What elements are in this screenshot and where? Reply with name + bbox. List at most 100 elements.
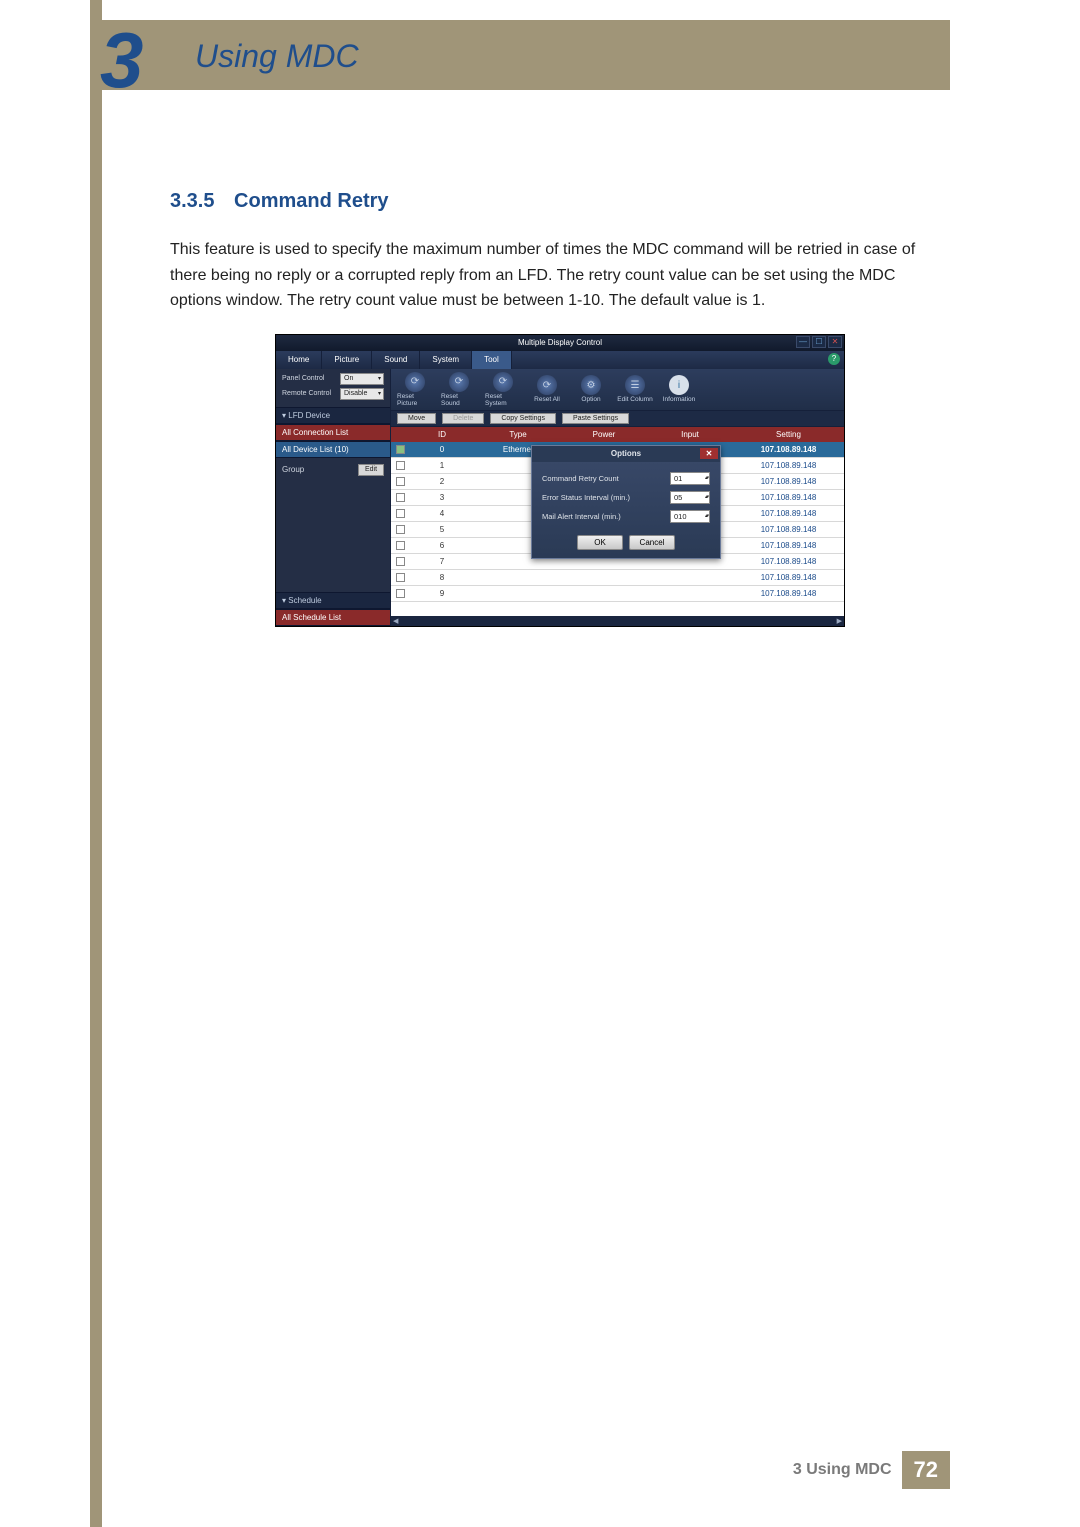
chapter-title: Using MDC	[195, 38, 359, 75]
toolbar: ⟳Reset Picture ⟳Reset Sound ⟳Reset Syste…	[391, 369, 844, 411]
tool-label: Reset All	[534, 396, 560, 403]
footer-label: 3 Using MDC	[793, 1461, 892, 1479]
table-row[interactable]: 9 107.108.89.148	[391, 586, 844, 602]
tool-reset-picture[interactable]: ⟳Reset Picture	[397, 372, 433, 407]
row-checkbox[interactable]	[396, 509, 405, 518]
h-scrollbar[interactable]: ◀ ▶	[391, 616, 844, 626]
col-power[interactable]: Power	[561, 427, 647, 442]
menu-tool[interactable]: Tool	[472, 351, 512, 369]
retry-spinner[interactable]: 01	[670, 472, 710, 485]
row-checkbox[interactable]	[396, 557, 405, 566]
row-checkbox[interactable]	[396, 445, 405, 454]
cell-id: 1	[409, 461, 475, 470]
action-bar: Move Delete Copy Settings Paste Settings	[391, 411, 844, 427]
row-checkbox[interactable]	[396, 589, 405, 598]
cell-setting: 107.108.89.148	[733, 445, 844, 454]
ok-button[interactable]: OK	[577, 535, 623, 550]
dialog-body: Command Retry Count 01 Error Status Inte…	[532, 462, 720, 535]
panel-control-select[interactable]: On	[340, 373, 384, 385]
edit-button[interactable]: Edit	[358, 464, 384, 476]
row-checkbox[interactable]	[396, 525, 405, 534]
right-panel: ⟳Reset Picture ⟳Reset Sound ⟳Reset Syste…	[391, 369, 844, 626]
info-icon: i	[669, 375, 689, 395]
cell-id: 2	[409, 477, 475, 486]
tool-reset-sound[interactable]: ⟳Reset Sound	[441, 372, 477, 407]
move-button[interactable]: Move	[397, 413, 436, 424]
menu-sound[interactable]: Sound	[372, 351, 420, 369]
col-id[interactable]: ID	[409, 427, 475, 442]
window-buttons: — ☐ ✕	[796, 336, 842, 348]
minimize-icon[interactable]: —	[796, 336, 810, 348]
row-checkbox[interactable]	[396, 493, 405, 502]
tool-reset-all[interactable]: ⟳Reset All	[529, 375, 565, 403]
main-area: Panel Control On Remote Control Disable …	[276, 369, 844, 626]
row-checkbox[interactable]	[396, 573, 405, 582]
dialog-title: Options ✕	[532, 446, 720, 462]
paste-settings-button[interactable]: Paste Settings	[562, 413, 629, 424]
tool-option[interactable]: ⚙Option	[573, 375, 609, 403]
device-table: ID Type Power Input Setting 0Ethernet●AV…	[391, 427, 844, 616]
section-title: Command Retry	[234, 190, 388, 212]
cell-id: 9	[409, 589, 475, 598]
col-setting[interactable]: Setting	[733, 427, 844, 442]
row-checkbox[interactable]	[396, 541, 405, 550]
help-icon[interactable]: ?	[828, 353, 840, 365]
acc-lfd-device[interactable]: ▾ LFD Device	[276, 407, 390, 424]
tool-reset-system[interactable]: ⟳Reset System	[485, 372, 521, 407]
menu-picture[interactable]: Picture	[322, 351, 372, 369]
cell-setting: 107.108.89.148	[733, 541, 844, 550]
cell-setting: 107.108.89.148	[733, 509, 844, 518]
remote-control-select[interactable]: Disable	[340, 388, 384, 400]
col-input[interactable]: Input	[647, 427, 733, 442]
acc-schedule[interactable]: ▾ Schedule	[276, 592, 390, 609]
cell-setting: 107.108.89.148	[733, 573, 844, 582]
section-body: This feature is used to specify the maxi…	[170, 237, 950, 314]
tool-label: Information	[663, 396, 696, 403]
mail-spinner[interactable]: 010	[670, 510, 710, 523]
menu-system[interactable]: System	[420, 351, 472, 369]
panel-control-label: Panel Control	[282, 375, 324, 382]
tree-group: Group Edit	[276, 458, 390, 482]
scroll-left-icon[interactable]: ◀	[393, 617, 398, 625]
dialog-close-icon[interactable]: ✕	[700, 448, 718, 459]
row-checkbox[interactable]	[396, 477, 405, 486]
maximize-icon[interactable]: ☐	[812, 336, 826, 348]
acc-all-schedule[interactable]: All Schedule List	[276, 609, 390, 626]
tool-information[interactable]: iInformation	[661, 375, 697, 403]
table-row[interactable]: 8107.108.89.148	[391, 570, 844, 586]
cell-id: 5	[409, 525, 475, 534]
status-spinner[interactable]: 05	[670, 491, 710, 504]
cell-setting: 107.108.89.148	[733, 477, 844, 486]
tool-label: Reset System	[485, 393, 521, 407]
col-type[interactable]: Type	[475, 427, 561, 442]
row-checkbox[interactable]	[396, 461, 405, 470]
cell-id: 0	[409, 445, 475, 454]
delete-button[interactable]: Delete	[442, 413, 484, 424]
cell-id: 6	[409, 541, 475, 550]
content-area: 3.3.5 Command Retry This feature is used…	[170, 190, 950, 627]
close-icon[interactable]: ✕	[828, 336, 842, 348]
cell-setting: 107.108.89.148	[733, 589, 844, 598]
section-number: 3.3.5	[170, 190, 214, 212]
remote-control-label: Remote Control	[282, 390, 331, 397]
acc-all-connection[interactable]: All Connection List	[276, 424, 390, 441]
tool-label: Edit Column	[617, 396, 652, 403]
reset-sound-icon: ⟳	[449, 372, 469, 392]
cell-setting: 107.108.89.148	[733, 493, 844, 502]
cancel-button[interactable]: Cancel	[629, 535, 675, 550]
page-footer: 3 Using MDC 72	[793, 1451, 950, 1489]
copy-settings-button[interactable]: Copy Settings	[490, 413, 556, 424]
edit-column-icon: ☰	[625, 375, 645, 395]
menu-home[interactable]: Home	[276, 351, 322, 369]
group-label: Group	[282, 465, 304, 474]
cell-setting: 107.108.89.148	[733, 461, 844, 470]
options-dialog: Options ✕ Command Retry Count 01 Error S…	[531, 445, 721, 559]
mail-label: Mail Alert Interval (min.)	[542, 512, 621, 521]
option-icon: ⚙	[581, 375, 601, 395]
top-controls: Panel Control On Remote Control Disable	[276, 369, 390, 407]
tool-edit-column[interactable]: ☰Edit Column	[617, 375, 653, 403]
sidebar: Panel Control On Remote Control Disable …	[276, 369, 391, 626]
acc-all-device[interactable]: All Device List (10)	[276, 441, 390, 458]
scroll-right-icon[interactable]: ▶	[837, 617, 842, 625]
tool-label: Reset Picture	[397, 393, 433, 407]
